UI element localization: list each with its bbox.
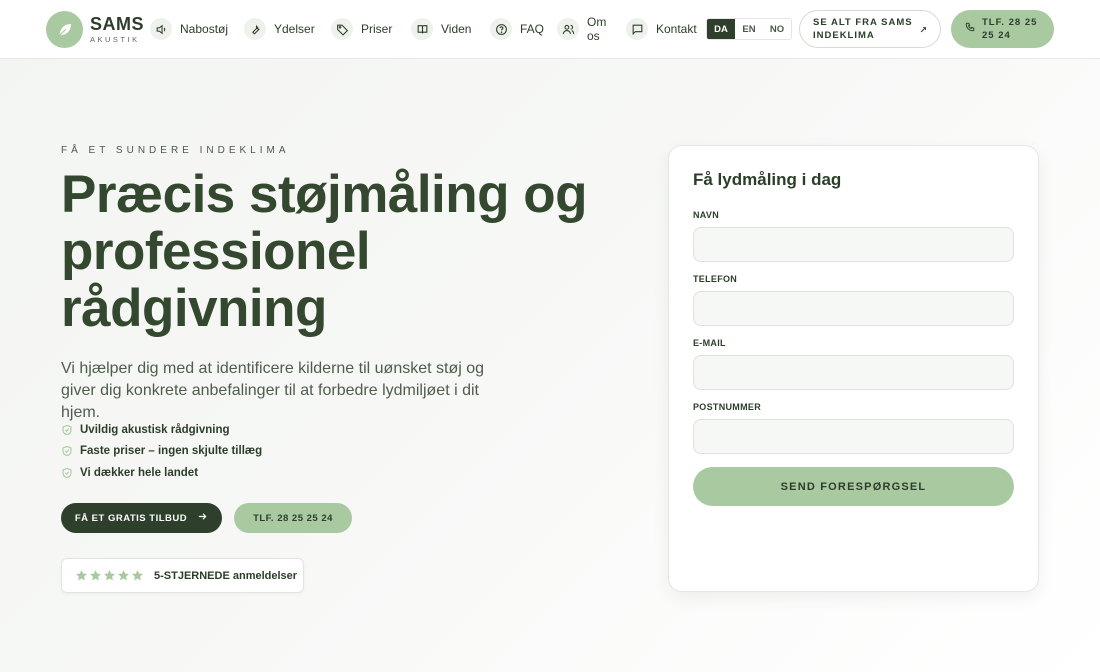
nav-label: Priser (361, 22, 393, 36)
nav-label: Kontakt (656, 22, 697, 36)
message-square-icon (626, 18, 648, 40)
star-rating (75, 569, 144, 582)
hero-title: Præcis støjmåling og professionel rådgiv… (61, 165, 588, 338)
lang-en[interactable]: EN (735, 19, 763, 39)
postcode-label: POSTNUMMER (693, 402, 761, 412)
logo-name: SAMS (90, 14, 145, 34)
language-switcher: DA EN NO (706, 18, 792, 40)
hero-phone-button[interactable]: TLF. 28 25 25 24 (234, 503, 352, 533)
nav-label: Om os (587, 15, 607, 43)
help-circle-icon (490, 18, 512, 40)
star-icon (90, 570, 101, 581)
star-icon (104, 570, 115, 581)
nav-label: Nabostøj (180, 22, 229, 36)
star-icon (118, 570, 129, 581)
email-label: E-MAIL (693, 338, 726, 348)
nav-item-viden[interactable]: Viden (411, 17, 471, 41)
star-icon (132, 570, 143, 581)
logo[interactable]: SAMS AKUSTIK (90, 15, 144, 44)
list-item: Faste priser – ingen skjulte tillæg (61, 441, 262, 463)
postcode-field[interactable] (693, 419, 1014, 454)
phone-label: TLF. 28 25 25 24 (982, 17, 1038, 41)
feature-text: Vi dækker hele landet (80, 466, 199, 479)
feature-list: Uvildig akustisk rådgivning Faste priser… (61, 419, 262, 484)
quote-form-card: Få lydmåling i dag NAVN TELEFON E-MAIL P… (668, 145, 1039, 592)
phone-label: TELEFON (693, 274, 738, 284)
name-label: NAVN (693, 210, 720, 220)
indeklima-label: SE ALT FRA SAMS INDEKLIMA (813, 17, 913, 41)
shield-check-icon (61, 467, 73, 479)
hero-eyebrow: FÅ ET SUNDERE INDEKLIMA (61, 145, 290, 156)
site-header: SAMS AKUSTIK Nabostøj Ydelser Priser Vid… (0, 0, 1100, 59)
external-arrow-icon: ↗ (919, 25, 928, 35)
header-phone-button[interactable]: TLF. 28 25 25 24 (951, 10, 1054, 48)
list-item: Uvildig akustisk rådgivning (61, 419, 262, 441)
nav-label: Viden (441, 22, 472, 36)
phone-icon (965, 22, 975, 36)
nav-label: FAQ (520, 22, 545, 36)
lang-da[interactable]: DA (707, 19, 735, 39)
feature-text: Uvildig akustisk rådgivning (80, 423, 230, 436)
users-icon (557, 18, 579, 40)
name-field[interactable] (693, 227, 1014, 262)
reviews-badge: 5-STJERNEDE anmeldelser (61, 558, 304, 593)
nav-item-kontakt[interactable]: Kontakt (626, 17, 697, 41)
submit-button[interactable]: SEND FORESPØRGSEL (693, 467, 1014, 506)
nav-item-ydelser[interactable]: Ydelser (244, 17, 315, 41)
nav-label: Ydelser (274, 22, 315, 36)
nav-item-priser[interactable]: Priser (331, 17, 392, 41)
logo-subtitle: AKUSTIK (90, 35, 140, 44)
indeklima-button[interactable]: SE ALT FRA SAMS INDEKLIMA ↗ (799, 10, 941, 48)
hero-phone-label: TLF. 28 25 25 24 (253, 512, 333, 524)
free-quote-button[interactable]: FÅ ET GRATIS TILBUD (61, 503, 222, 533)
speaker-icon (150, 18, 172, 40)
form-title: Få lydmåling i dag (693, 170, 842, 189)
hero-lead: Vi hjælper dig med at identificere kilde… (61, 360, 485, 421)
nav-item-nabostoj[interactable]: Nabostøj (150, 17, 228, 41)
list-item: Vi dækker hele landet (61, 462, 262, 484)
shield-check-icon (61, 424, 73, 436)
reviews-label: 5-STJERNEDE anmeldelser (154, 569, 298, 582)
tag-icon (331, 18, 353, 40)
nav-item-om-os[interactable]: Om os (557, 13, 609, 45)
wrench-icon (244, 18, 266, 40)
star-icon (76, 570, 87, 581)
lang-no[interactable]: NO (763, 19, 791, 39)
arrow-right-icon (197, 511, 208, 525)
nav-item-faq[interactable]: FAQ (490, 17, 544, 41)
free-quote-label: FÅ ET GRATIS TILBUD (74, 512, 188, 524)
email-field[interactable] (693, 355, 1014, 390)
shield-check-icon (61, 445, 73, 457)
phone-field[interactable] (693, 291, 1014, 326)
leaf-icon[interactable] (46, 11, 83, 48)
feature-text: Faste priser – ingen skjulte tillæg (80, 445, 263, 458)
book-icon (411, 18, 433, 40)
